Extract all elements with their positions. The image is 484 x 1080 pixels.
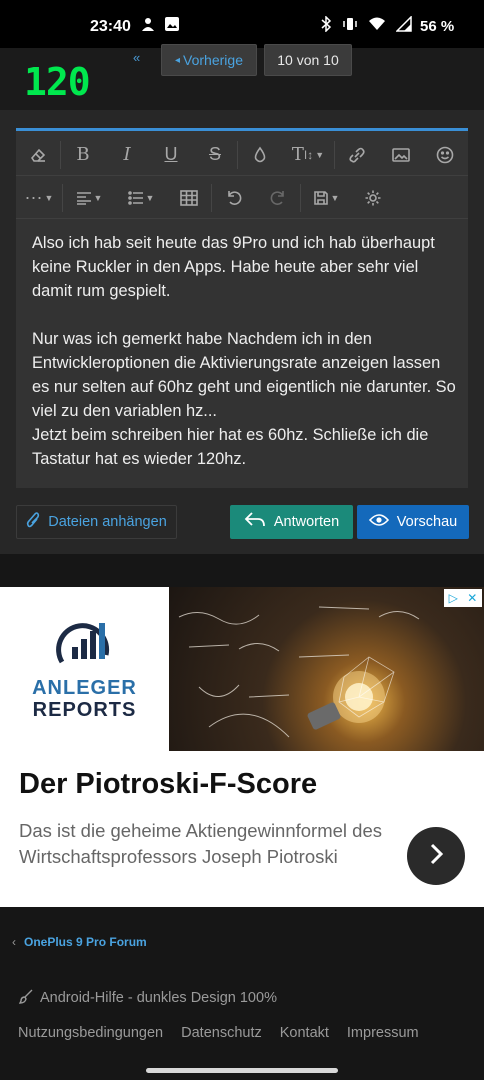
breadcrumb[interactable]: ‹ OnePlus 9 Pro Forum bbox=[12, 935, 147, 949]
eye-icon bbox=[368, 513, 389, 531]
link-icon[interactable] bbox=[335, 136, 379, 174]
footer-link-imprint[interactable]: Impressum bbox=[347, 1025, 419, 1041]
strikethrough-icon[interactable]: S bbox=[193, 136, 237, 174]
logo-text-1: ANLEGER bbox=[32, 677, 137, 699]
bold-icon[interactable]: B bbox=[61, 136, 105, 174]
breadcrumb-forum-link[interactable]: OnePlus 9 Pro Forum bbox=[24, 935, 147, 949]
logo-text-2: REPORTS bbox=[32, 699, 137, 721]
reply-icon bbox=[244, 511, 266, 533]
page-count-button[interactable]: 10 von 10 bbox=[264, 44, 352, 76]
reply-label: Antworten bbox=[273, 514, 340, 530]
attach-files-button[interactable]: Dateien anhängen bbox=[16, 505, 177, 539]
settings-icon[interactable] bbox=[351, 179, 395, 217]
sync-icon bbox=[140, 16, 156, 37]
style-chooser-label: Android-Hilfe - dunkles Design 100% bbox=[40, 990, 277, 1006]
chevron-left-icon: ◂ bbox=[175, 54, 181, 66]
close-icon[interactable]: ✕ bbox=[467, 591, 477, 605]
align-icon[interactable]: ▼ bbox=[63, 179, 115, 217]
paperclip-icon bbox=[26, 511, 40, 533]
chevron-left-icon: ‹ bbox=[12, 935, 16, 949]
editor-paragraph: Nur was ich gemerkt habe Nachdem ich in … bbox=[32, 330, 456, 468]
ad-description: Das ist die geheime Aktiengewinnformel d… bbox=[19, 820, 382, 867]
preview-button[interactable]: Vorschau bbox=[357, 505, 469, 539]
preview-label: Vorschau bbox=[396, 514, 458, 530]
wifi-icon bbox=[368, 17, 386, 36]
undo-icon[interactable] bbox=[212, 179, 256, 217]
redo-icon[interactable] bbox=[256, 179, 300, 217]
color-icon[interactable] bbox=[238, 136, 282, 174]
font-size-icon[interactable]: T I↕ ▼ bbox=[282, 136, 334, 174]
italic-icon[interactable]: I bbox=[105, 136, 149, 174]
footer-link-contact[interactable]: Kontakt bbox=[280, 1025, 329, 1041]
table-icon[interactable] bbox=[167, 179, 211, 217]
ad-image bbox=[169, 587, 484, 751]
ad-open-button[interactable] bbox=[407, 827, 465, 885]
editor-toolbar-row-2: ··· ▼ ▼ ▼ ▼ bbox=[16, 177, 468, 219]
footer-links: Nutzungsbedingungen Datenschutz Kontakt … bbox=[18, 1025, 419, 1041]
footer-link-privacy[interactable]: Datenschutz bbox=[181, 1025, 262, 1041]
smiley-icon[interactable] bbox=[423, 136, 467, 174]
chevron-right-icon bbox=[426, 842, 446, 871]
attach-files-label: Dateien anhängen bbox=[48, 514, 167, 530]
refresh-rate-overlay: 120 bbox=[24, 60, 91, 104]
adchoices-icon[interactable]: ▷ bbox=[449, 591, 458, 605]
first-page-link[interactable]: « bbox=[133, 50, 140, 65]
paintbrush-icon bbox=[18, 988, 34, 1008]
previous-page-label: Vorherige bbox=[183, 52, 243, 68]
image-icon bbox=[164, 16, 180, 37]
reply-button[interactable]: Antworten bbox=[230, 505, 353, 539]
editor-toolbar-row-1: B I U S T I↕ ▼ bbox=[16, 134, 468, 176]
save-icon[interactable]: ▼ bbox=[301, 179, 351, 217]
eraser-icon[interactable] bbox=[16, 136, 60, 174]
signal-icon bbox=[395, 15, 412, 37]
style-chooser[interactable]: Android-Hilfe - dunkles Design 100% bbox=[18, 988, 277, 1008]
status-bar: 23:40 56 % bbox=[0, 0, 484, 48]
battery-level: 56 % bbox=[420, 18, 455, 35]
bluetooth-icon bbox=[320, 15, 332, 37]
ad-choices[interactable]: ▷ ✕ bbox=[444, 589, 482, 607]
footer-link-terms[interactable]: Nutzungsbedingungen bbox=[18, 1025, 163, 1041]
editor-paragraph: Also ich hab seit heute das 9Pro und ich… bbox=[32, 234, 435, 300]
editor-content[interactable]: Also ich hab seit heute das 9Pro und ich… bbox=[32, 231, 462, 495]
image-icon[interactable] bbox=[379, 136, 423, 174]
more-icon[interactable]: ··· ▼ bbox=[16, 179, 62, 217]
home-indicator[interactable] bbox=[146, 1068, 338, 1073]
underline-icon[interactable]: U bbox=[149, 136, 193, 174]
ad-title[interactable]: Der Piotroski-F-Score bbox=[19, 768, 317, 801]
vibrate-icon bbox=[342, 16, 358, 37]
previous-page-button[interactable]: ◂ Vorherige bbox=[161, 44, 257, 76]
advertiser-logo: ANLEGER REPORTS bbox=[0, 587, 169, 751]
rich-text-editor[interactable]: B I U S T I↕ ▼ ··· ▼ ▼ ▼ ▼ Also ich hab … bbox=[16, 128, 468, 488]
status-time: 23:40 bbox=[90, 18, 131, 35]
list-icon[interactable]: ▼ bbox=[115, 179, 167, 217]
